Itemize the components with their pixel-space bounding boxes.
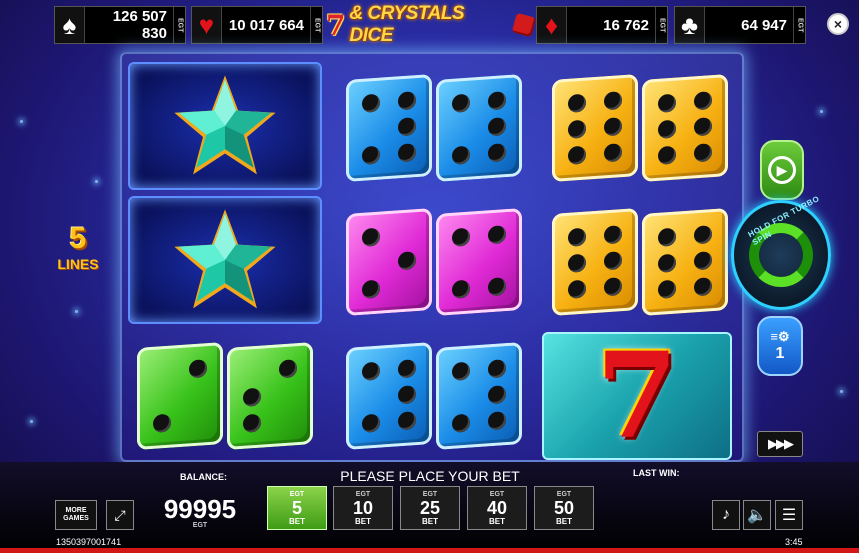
spade-icon: ♠ [55, 7, 85, 43]
jackpot-diamonds: ♦ 16 762 EGT [536, 6, 668, 44]
sparkle [840, 390, 843, 393]
jackpot-brand: EGT [793, 7, 805, 43]
lines-setting-value: 1 [775, 345, 785, 362]
seven-icon: 7 [595, 326, 679, 465]
die [552, 73, 638, 183]
sound-button[interactable]: 🔈 [743, 500, 771, 530]
bet-button-50[interactable]: EGT 50 BET [534, 486, 594, 530]
die [552, 207, 638, 317]
last-win-label: LAST WIN: [633, 468, 680, 478]
ticket-id: 1350397001741 [56, 537, 122, 547]
bet-brand: EGT [489, 490, 505, 498]
diamond-icon: ♦ [537, 7, 567, 43]
bottom-red-line [0, 548, 859, 553]
die [346, 341, 432, 451]
logo-text: & CRYSTALS DICE [349, 3, 465, 46]
sparkle [75, 310, 78, 313]
bet-label: BET [289, 516, 305, 526]
bet-label: BET [556, 516, 572, 526]
balance-label: BALANCE: [180, 472, 227, 482]
bet-value: 25 [419, 497, 441, 518]
music-button[interactable]: ♪ [712, 500, 740, 530]
menu-button[interactable]: ☰ [775, 500, 803, 530]
yellow-dice-symbol [540, 198, 740, 326]
bet-label: BET [489, 516, 505, 526]
status-message: PLEASE PLACE YOUR BET [340, 468, 520, 484]
clock: 3:45 [785, 537, 803, 547]
bet-label: BET [422, 516, 438, 526]
jackpot-hearts: ♥ 10 017 664 EGT [191, 6, 323, 44]
lines-label: LINES [57, 256, 99, 272]
blue-dice-symbol [334, 332, 534, 460]
settings-icon: ≡⚙ [770, 329, 790, 344]
close-button[interactable]: × [827, 13, 849, 35]
bet-brand: EGT [422, 490, 438, 498]
star-symbol [128, 62, 322, 190]
sparkle [95, 180, 98, 183]
die [436, 341, 522, 451]
yellow-dice-symbol [540, 64, 740, 192]
green-dice-symbol [128, 332, 322, 460]
play-icon: ▶ [768, 156, 796, 184]
autoplay-button[interactable]: ▶ [760, 140, 804, 200]
lines-settings-button[interactable]: ≡⚙ 1 [757, 316, 803, 376]
jackpot-brand: EGT [655, 7, 667, 43]
reels-area: 7 [120, 52, 744, 462]
game-logo: 7 & CRYSTALS DICE [326, 3, 537, 46]
bet-button-40[interactable]: EGT 40 BET [467, 486, 527, 530]
bet-value: 5 [291, 497, 302, 518]
game-stage: ♠ 126 507 830 EGT ♥ 10 017 664 EGT 7 & C… [0, 0, 859, 553]
sparkle [820, 110, 823, 113]
turbo-button[interactable]: ▶▶▶ [757, 431, 803, 457]
balance-brand: EGT [192, 522, 208, 529]
die [346, 73, 432, 183]
jackpot-value: 10 017 664 [228, 16, 304, 34]
star-icon [174, 75, 276, 175]
die [346, 207, 432, 317]
jackpot-clubs: ♣ 64 947 EGT [674, 6, 806, 44]
dice-icon [511, 12, 537, 38]
balance-value: 99995 [163, 494, 237, 524]
die [642, 73, 728, 183]
bet-brand: EGT [355, 490, 371, 498]
spin-button[interactable]: HOLD FOR TURBO SPIN [731, 194, 831, 310]
sparkle [20, 120, 23, 123]
pink-dice-symbol [334, 198, 534, 326]
more-games-button[interactable]: MORE GAMES [55, 500, 97, 530]
bet-brand: EGT [556, 490, 572, 498]
heart-icon: ♥ [192, 7, 222, 43]
jackpot-brand: EGT [173, 7, 185, 43]
bet-button-25[interactable]: EGT 25 BET [400, 486, 460, 530]
die [137, 341, 223, 451]
bet-button-5[interactable]: EGT 5 BET [267, 486, 327, 530]
jackpot-value: 126 507 830 [112, 8, 167, 42]
star-symbol [128, 196, 322, 324]
lines-count: 5 [69, 222, 87, 255]
jackpot-value: 16 762 [603, 16, 649, 34]
bet-value: 10 [352, 497, 374, 518]
bet-label: BET [355, 516, 371, 526]
jackpot-value: 64 947 [741, 16, 787, 34]
star-icon [174, 209, 276, 309]
fullscreen-button[interactable]: ⤢ [106, 500, 134, 530]
die [436, 207, 522, 317]
die [642, 207, 728, 317]
logo-seven: 7 [326, 8, 346, 42]
bet-button-10[interactable]: EGT 10 BET [333, 486, 393, 530]
bet-brand: EGT [289, 490, 305, 498]
bet-value: 50 [553, 497, 575, 518]
seven-symbol: 7 [542, 332, 732, 460]
jackpot-spades: ♠ 126 507 830 EGT [54, 6, 186, 44]
jackpot-brand: EGT [310, 7, 322, 43]
blue-dice-symbol [334, 64, 534, 192]
club-icon: ♣ [675, 7, 705, 43]
die [227, 341, 313, 451]
bet-value: 40 [486, 497, 508, 518]
lines-indicator: 5 LINES [50, 222, 106, 272]
die [436, 73, 522, 183]
sparkle [30, 420, 33, 423]
